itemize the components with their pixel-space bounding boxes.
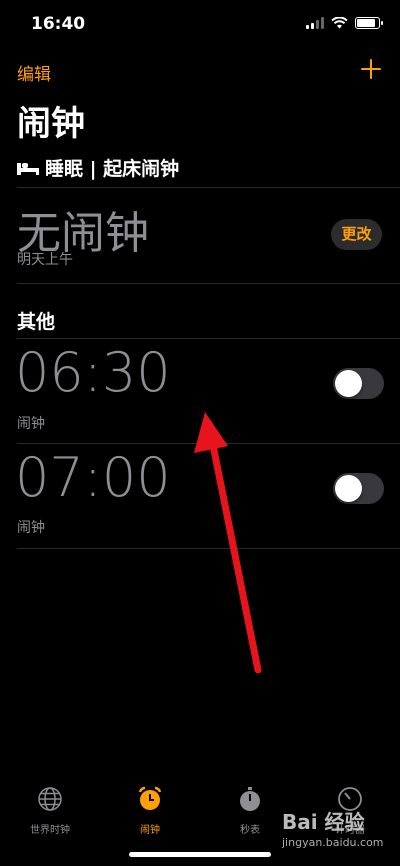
watermark-url: jingyan.baidu.com [282,836,384,849]
tab-label: 闹钟 [140,825,160,836]
alarm-clock-icon [138,786,162,810]
tab-label: 秒表 [240,825,260,836]
tab-label: 世界时钟 [30,825,70,836]
globe-icon [38,787,62,811]
tab-stopwatch[interactable]: 秒表 [210,786,290,836]
watermark-brand: Bai 经验 [282,810,365,834]
tab-alarm[interactable]: 闹钟 [110,786,190,836]
stopwatch-icon [240,787,260,811]
tab-world-clock[interactable]: 世界时钟 [10,786,90,836]
home-indicator[interactable] [129,852,271,857]
annotation-arrow [194,412,262,674]
